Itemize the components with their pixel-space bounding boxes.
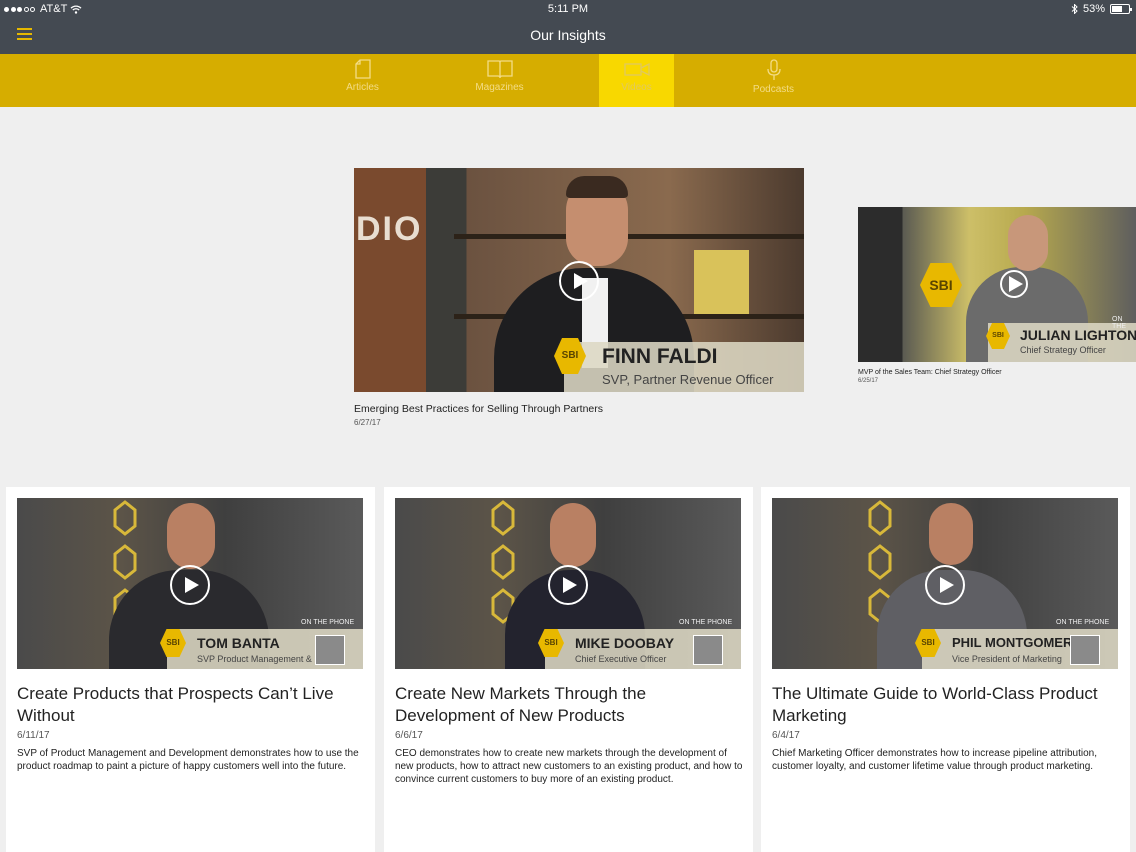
binders	[694, 250, 749, 314]
caller-photo	[315, 635, 345, 665]
video-card[interactable]: MIKE DOOBAY Chief Executive Officer ON T…	[384, 487, 753, 852]
card-description: Chief Marketing Officer demonstrates how…	[772, 748, 1097, 772]
tab-videos[interactable]: Videos	[599, 54, 674, 107]
card-title[interactable]: The Ultimate Guide to World-Class Produc…	[772, 683, 1120, 727]
article-icon	[354, 59, 371, 79]
video-thumbnail[interactable]: TOM BANTA SVP Product Management & ON TH…	[17, 498, 363, 669]
battery-icon	[1110, 4, 1132, 14]
next-video-thumbnail[interactable]: SBI JULIAN LIGHTON Chief Strategy Office…	[858, 207, 1136, 362]
presenter-head	[550, 503, 596, 567]
overlay-role: Vice President of Marketing	[952, 654, 1062, 664]
overlay-name: TOM BANTA	[197, 635, 280, 651]
caller-photo	[693, 635, 723, 665]
studio-sign: DIO	[356, 210, 423, 248]
featured-video-thumbnail[interactable]: DIO FINN FALDI SVP, Partner Revenue Offi…	[354, 168, 804, 392]
status-time: 5:11 PM	[547, 3, 589, 15]
bluetooth-icon	[1071, 4, 1078, 14]
on-the-phone-label: ON THE PHONE	[301, 619, 355, 626]
status-right: 53%	[1071, 3, 1132, 15]
overlay-role: SVP Product Management &	[197, 654, 312, 664]
video-camera-icon	[623, 62, 650, 77]
play-button-icon[interactable]	[548, 565, 588, 605]
overlay-name: PHIL MONTGOMERY	[952, 635, 1081, 650]
name-overlay: FINN FALDI SVP, Partner Revenue Officer	[564, 342, 804, 392]
on-the-phone-label: ON THE PHONE	[1056, 619, 1110, 626]
tab-podcasts[interactable]: Podcasts	[736, 54, 811, 107]
overlay-role: Chief Strategy Officer	[1020, 345, 1106, 355]
navigation-bar: AT&T 5:11 PM 53% Our Insights	[0, 0, 1136, 54]
battery-percent: 53%	[1082, 3, 1105, 15]
tab-magazines[interactable]: Magazines	[462, 54, 537, 107]
tab-articles[interactable]: Articles	[325, 54, 400, 107]
magazine-icon	[486, 60, 513, 79]
status-bar: AT&T 5:11 PM 53%	[0, 0, 1136, 18]
tab-label: Magazines	[475, 82, 524, 93]
presenter-head	[929, 503, 973, 565]
play-button-icon[interactable]	[1000, 270, 1028, 298]
card-date: 6/6/17	[395, 730, 423, 741]
video-card[interactable]: PHIL MONTGOMERY Vice President of Market…	[761, 487, 1130, 852]
microphone-icon	[766, 59, 781, 80]
overlay-name: MIKE DOOBAY	[575, 635, 675, 651]
card-title[interactable]: Create New Markets Through the Developme…	[395, 683, 743, 727]
overlay-role: Chief Executive Officer	[575, 654, 667, 664]
tab-label: Podcasts	[752, 84, 795, 95]
tab-label: Articles	[346, 82, 379, 93]
video-card[interactable]: TOM BANTA SVP Product Management & ON TH…	[6, 487, 375, 852]
video-thumbnail[interactable]: PHIL MONTGOMERY Vice President of Market…	[772, 498, 1118, 669]
on-the-phone-label: ON THE PHONE	[679, 619, 733, 626]
on-the-phone-label: ON THE	[1112, 316, 1126, 330]
video-thumbnail[interactable]: MIKE DOOBAY Chief Executive Officer ON T…	[395, 498, 741, 669]
caller-photo	[1070, 635, 1100, 665]
tab-label: Videos	[621, 82, 652, 93]
presenter-hair	[566, 176, 628, 198]
presenter-head	[167, 503, 215, 569]
next-video-title[interactable]: MVP of the Sales Team: Chief Strategy Of…	[858, 369, 1002, 376]
content-type-tabs: Articles Magazines Videos Podcasts	[0, 54, 1136, 107]
next-video-date: 6/25/17	[858, 378, 879, 384]
play-button-icon[interactable]	[170, 565, 210, 605]
overlay-name: FINN FALDI	[602, 345, 718, 368]
card-title[interactable]: Create Products that Prospects Can’t Liv…	[17, 683, 365, 727]
featured-video-title[interactable]: Emerging Best Practices for Selling Thro…	[354, 403, 603, 415]
card-description: CEO demonstrates how to create new marke…	[395, 748, 743, 785]
bookshelf	[454, 234, 804, 239]
featured-video-date: 6/27/17	[354, 418, 381, 427]
play-button-icon[interactable]	[559, 261, 599, 301]
page-title: Our Insights	[530, 27, 606, 43]
card-date: 6/11/17	[17, 730, 50, 741]
overlay-role: SVP, Partner Revenue Officer	[602, 372, 774, 387]
card-date: 6/4/17	[772, 730, 800, 741]
card-description: SVP of Product Management and Developmen…	[17, 748, 359, 772]
play-button-icon[interactable]	[925, 565, 965, 605]
presenter-head	[1008, 215, 1048, 271]
